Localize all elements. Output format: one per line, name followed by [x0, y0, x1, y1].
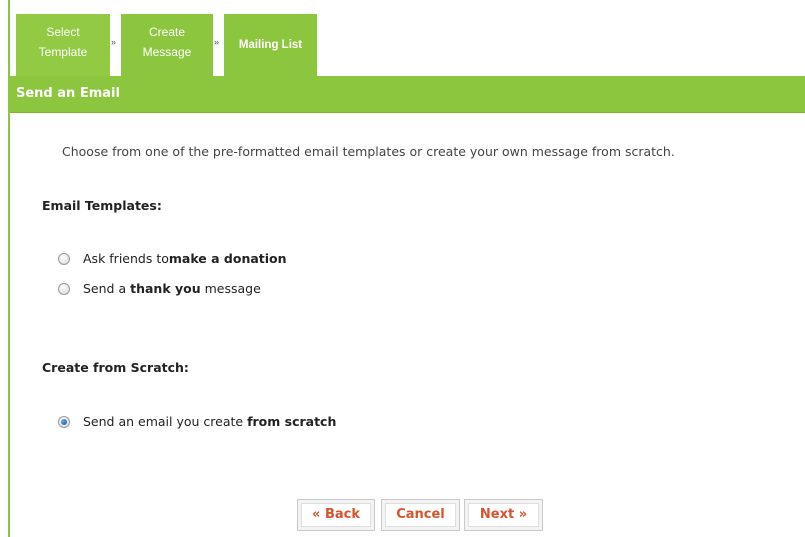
- tab-create-message-line2: Message: [142, 45, 192, 59]
- option-thank-you-prefix: Send a: [83, 281, 127, 296]
- tab-select-template-line1: Select: [46, 25, 80, 39]
- option-from-scratch-prefix: Send an email you create: [83, 414, 244, 429]
- option-make-donation-bold: make a donation: [168, 251, 287, 266]
- option-from-scratch-bold: from scratch: [247, 414, 337, 429]
- option-make-donation-prefix: Ask friends to: [83, 251, 169, 266]
- create-from-scratch-heading: Create from Scratch:: [42, 360, 189, 375]
- tab-mailing-list-label: Mailing List: [238, 39, 303, 51]
- option-thank-you-bold: thank you: [130, 281, 201, 296]
- email-templates-heading: Email Templates:: [42, 198, 162, 213]
- page-title: Send an Email: [16, 86, 120, 101]
- back-button-label: « Back: [301, 503, 371, 527]
- cancel-button-label: Cancel: [385, 503, 456, 527]
- option-from-scratch[interactable]: Send an email you create from scratch: [58, 414, 336, 429]
- option-make-donation[interactable]: Ask friends to make a donation: [58, 251, 287, 266]
- next-button-label: Next »: [468, 503, 539, 527]
- radio-thank-you[interactable]: [58, 282, 70, 295]
- option-thank-you-suffix: message: [204, 281, 261, 296]
- cancel-button[interactable]: Cancel: [381, 499, 460, 531]
- next-button[interactable]: Next »: [464, 499, 543, 531]
- tab-select-template[interactable]: Select Template: [16, 14, 110, 76]
- radio-make-donation[interactable]: [58, 252, 70, 265]
- tab-create-message-line1: Create: [148, 25, 186, 39]
- back-button[interactable]: « Back: [297, 499, 375, 531]
- step-separator-icon: »: [214, 37, 220, 47]
- tab-create-message[interactable]: Create Message: [121, 14, 213, 76]
- radio-from-scratch[interactable]: [58, 415, 70, 428]
- tab-mailing-list[interactable]: Mailing List: [224, 14, 317, 76]
- step-separator-icon: »: [111, 37, 117, 47]
- option-thank-you[interactable]: Send a thank you message: [58, 281, 261, 296]
- intro-text: Choose from one of the pre-formatted ema…: [62, 144, 675, 159]
- tab-select-template-line2: Template: [38, 45, 88, 59]
- section-header: Send an Email: [10, 76, 805, 113]
